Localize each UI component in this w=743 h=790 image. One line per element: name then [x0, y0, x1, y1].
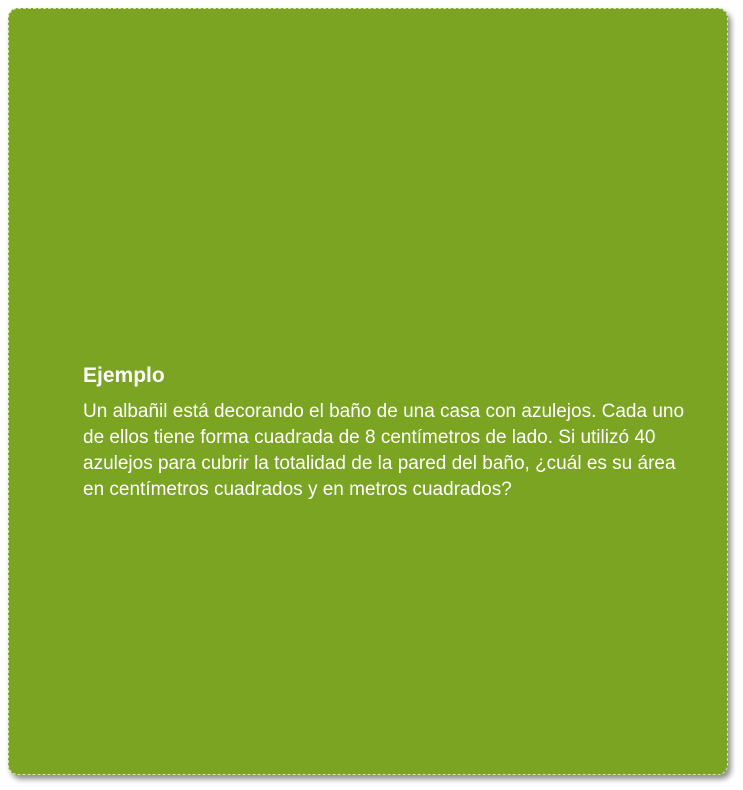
example-body: Un albañil está decorando el baño de una…: [83, 401, 685, 500]
example-content: Ejemplo Un albañil está decorando el bañ…: [83, 363, 701, 503]
example-title: Ejemplo: [83, 364, 165, 387]
example-card: Ejemplo Un albañil está decorando el bañ…: [8, 8, 728, 775]
